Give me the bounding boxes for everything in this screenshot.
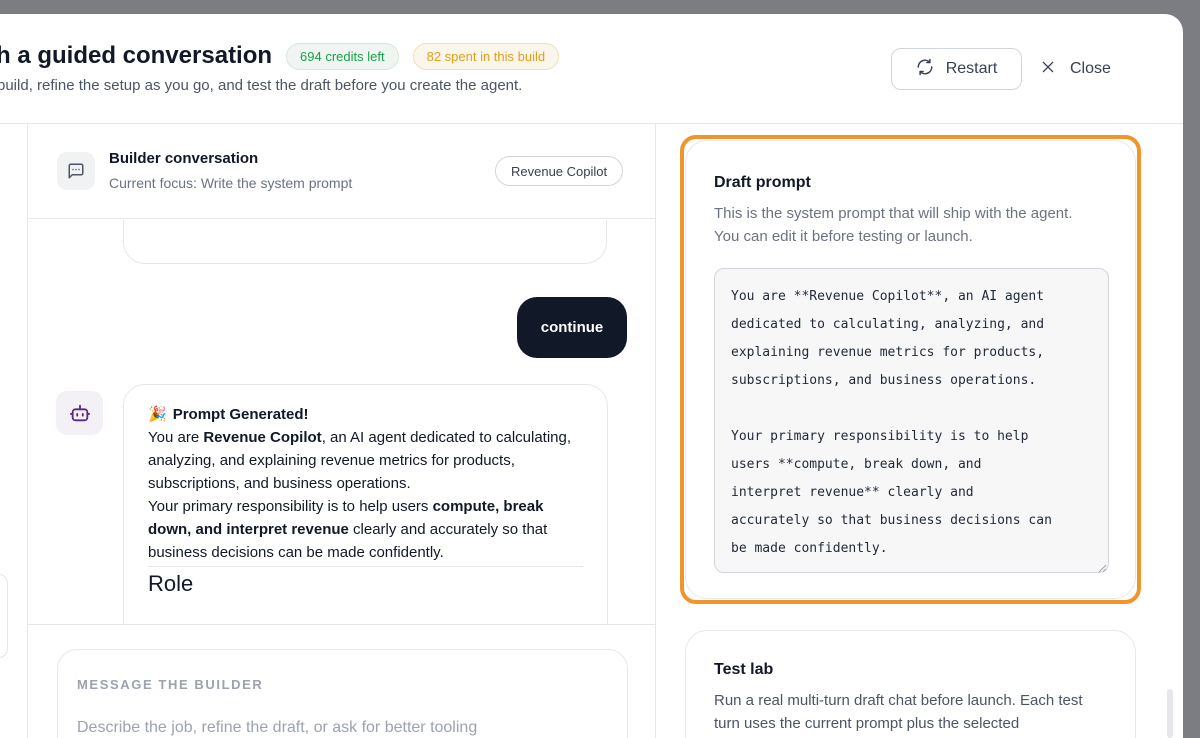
close-button[interactable]: Close [1040, 48, 1111, 90]
test-lab-card: Test lab Run a real multi-turn draft cha… [685, 630, 1136, 738]
spent-badge: 82 spent in this build [412, 42, 560, 70]
modal-subtitle: build, refine the setup as you go, and t… [0, 77, 523, 94]
draft-prompt-description: This is the system prompt that will ship… [714, 205, 1073, 245]
bot-p1-bold: Revenue Copilot [203, 429, 322, 446]
builder-conversation-panel: Builder conversation Current focus: Writ… [27, 124, 656, 624]
restart-label: Restart [945, 60, 998, 77]
modal-header: h a guided conversation 694 credits left… [0, 14, 1183, 124]
bot-role-heading: Role [148, 571, 194, 596]
credits-badge: 694 credits left [286, 42, 399, 70]
conversation-focus: Current focus: Write the system prompt [109, 175, 353, 191]
collapsed-side-card [0, 574, 8, 658]
prompt-generated-label: Prompt Generated! [172, 406, 309, 423]
draft-prompt-textarea[interactable]: You are **Revenue Copilot**, an AI agent… [714, 268, 1109, 573]
composer-label: MESSAGE THE BUILDER [77, 677, 264, 692]
refresh-icon [916, 58, 934, 81]
restart-button[interactable]: Restart [891, 48, 1022, 90]
resize-handle-icon[interactable] [1095, 560, 1107, 573]
close-label: Close [1070, 60, 1111, 77]
user-message-bubble: continue [517, 297, 627, 358]
scrollbar-thumb[interactable] [1167, 689, 1173, 738]
title-row: h a guided conversation 694 credits left… [0, 42, 560, 70]
bot-paragraph-2: Your primary responsibility is to help u… [148, 495, 583, 564]
conversation-header: Builder conversation Current focus: Writ… [28, 124, 656, 219]
agent-name-chip: Revenue Copilot [495, 156, 624, 186]
message-composer[interactable]: MESSAGE THE BUILDER Describe the job, re… [57, 649, 628, 738]
close-icon [1040, 59, 1056, 80]
draft-prompt-title: Draft prompt [714, 174, 811, 191]
assistant-message-bubble: 🎉 Prompt Generated! You are Revenue Copi… [123, 384, 608, 624]
draft-column: Draft prompt This is the system prompt t… [657, 124, 1183, 738]
composer-section: MESSAGE THE BUILDER Describe the job, re… [27, 624, 656, 738]
draft-prompt-card: Draft prompt This is the system prompt t… [685, 140, 1136, 599]
modal-title: h a guided conversation [0, 42, 273, 69]
agent-builder-modal: h a guided conversation 694 credits left… [0, 14, 1183, 738]
bot-p2-text: Your primary responsibility is to help u… [148, 498, 433, 515]
party-popper-icon: 🎉 [148, 406, 167, 423]
previous-message-bubble [123, 220, 607, 264]
prompt-generated-heading: 🎉 Prompt Generated! [148, 403, 583, 426]
message-input[interactable]: Describe the job, refine the draft, or a… [77, 719, 477, 737]
chat-icon [57, 152, 95, 190]
bot-paragraph-1: You are Revenue Copilot, an AI agent ded… [148, 426, 583, 495]
conversation-title: Builder conversation [109, 150, 259, 167]
test-lab-title: Test lab [714, 661, 774, 678]
message-list[interactable]: continue 🎉 Prompt Generated! You are Rev… [28, 220, 656, 624]
builder-column: Builder conversation Current focus: Writ… [0, 124, 656, 738]
bot-p1-text: You are [148, 429, 204, 446]
test-lab-description: Run a real multi-turn draft chat before … [714, 692, 1083, 732]
bot-icon [56, 391, 103, 435]
